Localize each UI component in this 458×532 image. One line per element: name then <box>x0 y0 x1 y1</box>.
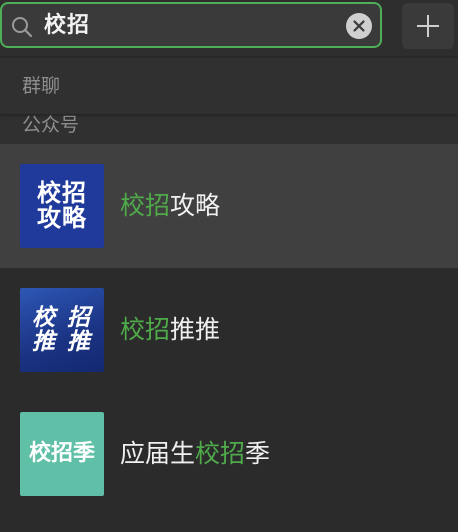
clear-search-button[interactable] <box>346 13 372 39</box>
clear-icon <box>353 20 365 32</box>
name-highlight: 校招 <box>120 315 171 344</box>
search-field[interactable]: 校招 <box>0 2 382 48</box>
add-button[interactable] <box>402 3 454 49</box>
name-suffix: 攻略 <box>170 191 221 220</box>
avatar-text: 推 推 <box>31 329 92 355</box>
search-icon <box>12 17 33 38</box>
name-highlight: 校招 <box>195 439 246 468</box>
name-highlight: 校招 <box>120 191 171 220</box>
section-header-label: 公众号 <box>22 114 80 136</box>
search-bar: 校招 <box>0 0 458 56</box>
plus-icon <box>417 15 439 37</box>
section-header-group-chats: 群聊 <box>0 58 458 114</box>
avatar-text: 校 招 <box>31 304 92 331</box>
search-results-panel: 校招 群聊 公众号 校招 攻略 校招攻略 校 招 推 推 校招推推 校招季 应届… <box>0 0 458 532</box>
result-name: 校招推推 <box>120 268 220 392</box>
avatar-text: 校招季 <box>28 441 95 467</box>
result-name: 校招攻略 <box>120 144 220 268</box>
search-input[interactable]: 校招 <box>44 10 90 42</box>
list-item[interactable]: 校招季 应届生校招季 <box>0 392 458 516</box>
avatar-text: 校招 <box>37 178 87 207</box>
avatar: 校 招 推 推 <box>20 288 104 372</box>
name-prefix: 应届生 <box>120 439 196 468</box>
name-suffix: 季 <box>245 439 271 468</box>
avatar-text: 攻略 <box>37 204 87 232</box>
result-name: 应届生校招季 <box>120 392 270 516</box>
avatar: 校招 攻略 <box>20 164 104 248</box>
avatar: 校招季 <box>20 412 104 496</box>
name-suffix: 推推 <box>170 315 221 344</box>
list-item[interactable]: 校招 攻略 校招攻略 <box>0 144 458 268</box>
list-item[interactable]: 校 招 推 推 校招推推 <box>0 268 458 392</box>
